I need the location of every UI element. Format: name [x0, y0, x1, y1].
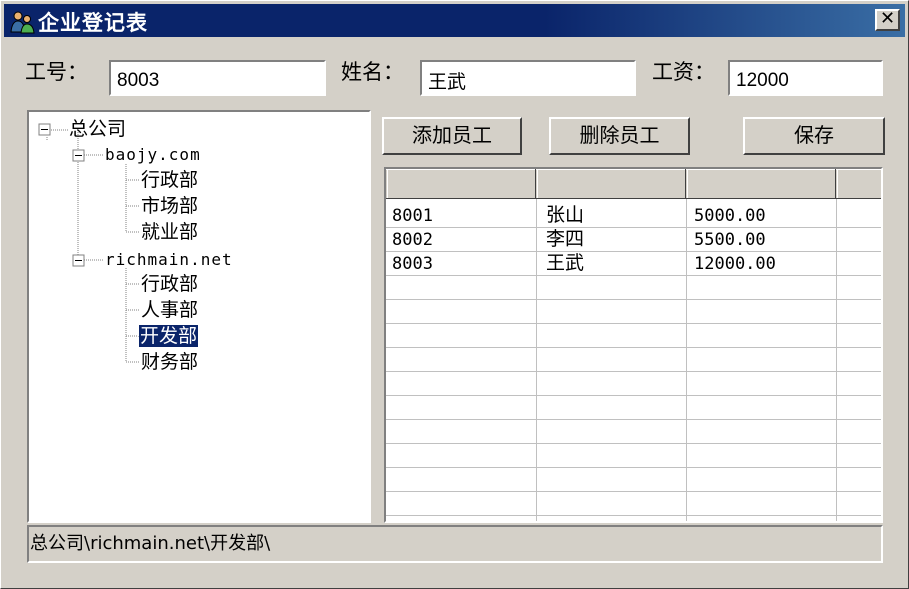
- app-icon: [10, 11, 35, 34]
- employee-table[interactable]: 8001 张山 5000.00 8002 李四 5500.00 8003 王武 …: [384, 167, 883, 523]
- delete-employee-button[interactable]: 删除员工: [549, 117, 690, 155]
- status-path: 总公司\richmain.net\开发部\: [30, 533, 271, 554]
- table-cell-id[interactable]: 8001: [392, 205, 433, 227]
- table-cell-name[interactable]: 李四: [546, 228, 584, 250]
- salary-label: 工资：: [652, 60, 715, 84]
- title-bar[interactable]: 企业登记表 ✕: [4, 4, 905, 37]
- add-employee-button[interactable]: 添加员工: [382, 117, 522, 155]
- table-cell-salary[interactable]: 12000.00: [694, 253, 776, 275]
- name-field[interactable]: [420, 60, 636, 96]
- table-cell-id[interactable]: 8002: [392, 229, 433, 251]
- name-label: 姓名：: [341, 60, 404, 84]
- tree-leaf-selected[interactable]: 开发部: [137, 324, 200, 348]
- salary-field[interactable]: [728, 60, 883, 96]
- status-bar: 总公司\richmain.net\开发部\: [27, 525, 883, 563]
- tree-node-baojy[interactable]: baojy.com: [105, 144, 201, 166]
- collapse-icon[interactable]: [38, 123, 85, 267]
- tree-leaf[interactable]: 财务部: [141, 351, 198, 373]
- table-cell-name[interactable]: 王武: [546, 252, 584, 274]
- table-header-row: [386, 169, 881, 199]
- close-button[interactable]: ✕: [875, 9, 900, 31]
- id-label: 工号：: [25, 60, 88, 84]
- table-cell-name[interactable]: 张山: [546, 204, 584, 226]
- tree-leaf[interactable]: 就业部: [141, 221, 198, 243]
- window-title: 企业登记表: [38, 11, 148, 35]
- header-cell: [386, 169, 536, 199]
- table-cell-salary[interactable]: 5000.00: [694, 205, 766, 227]
- tree-leaf[interactable]: 行政部: [141, 169, 198, 191]
- id-field[interactable]: [109, 60, 326, 96]
- department-tree[interactable]: 总公司 baojy.com 行政部 市场部 就业部 richmain.net 行…: [27, 110, 371, 523]
- header-cell: [536, 169, 686, 199]
- tree-leaf[interactable]: 市场部: [141, 195, 198, 217]
- tree-node-richmain[interactable]: richmain.net: [105, 249, 233, 271]
- table-cell-id[interactable]: 8003: [392, 253, 433, 275]
- header-cell: [686, 169, 836, 199]
- tree-lines: [38, 123, 139, 363]
- tree-root[interactable]: 总公司: [69, 118, 126, 140]
- main-window: 企业登记表 ✕ 工号： 姓名： 工资：: [0, 0, 909, 589]
- save-button[interactable]: 保存: [743, 117, 885, 155]
- close-icon: ✕: [879, 8, 896, 29]
- header-cell: [836, 169, 881, 199]
- tree-leaf[interactable]: 行政部: [141, 273, 198, 295]
- table-gridlines: [386, 169, 881, 521]
- table-cell-salary[interactable]: 5500.00: [694, 229, 766, 251]
- tree-leaf[interactable]: 人事部: [141, 299, 198, 321]
